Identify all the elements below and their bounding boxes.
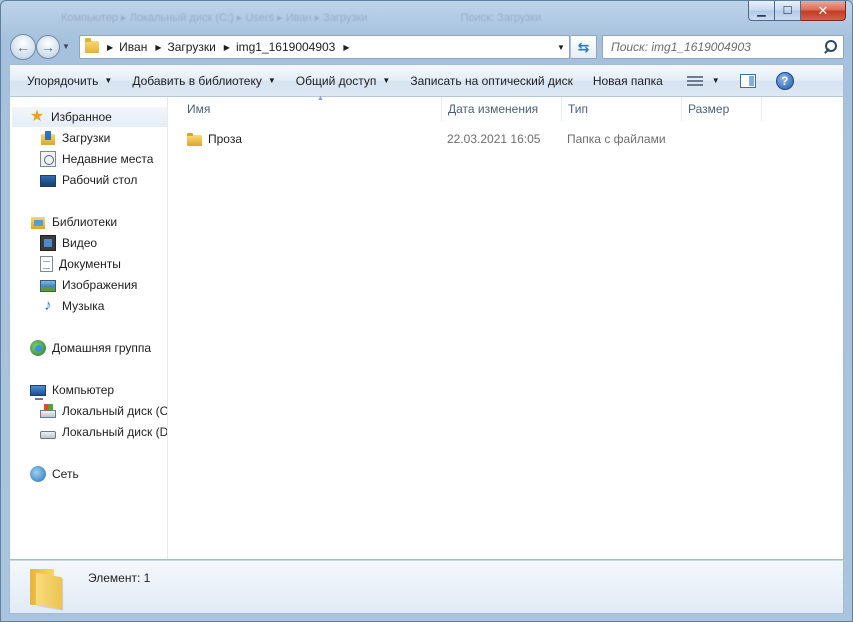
column-header-size[interactable]: Размер (682, 97, 762, 121)
command-bar: Упорядочить ▼ Добавить в библиотеку ▼ Общи… (9, 64, 844, 97)
network-icon (30, 466, 46, 482)
column-header-modified[interactable]: Дата изменения (442, 97, 562, 121)
homegroup-icon (30, 340, 46, 356)
address-bar[interactable]: ▶ Иван ▶ Загрузки ▶ img1_1619004903 ▶ ▼ (79, 35, 570, 59)
chevron-down-icon: ▼ (104, 76, 113, 85)
sidebar-item-disk-d[interactable]: Локальный диск (D:) (40, 422, 167, 442)
refresh-icon: ⇆ (577, 38, 590, 55)
music-note-icon: ♪ (44, 297, 52, 314)
downloads-folder-icon (40, 130, 56, 146)
sidebar-item-images[interactable]: Изображения (40, 275, 137, 295)
image-icon (40, 280, 56, 292)
computer-icon (30, 385, 46, 400)
star-icon: ★ (29, 108, 45, 125)
search-box[interactable]: Поиск: img1_1619004903 (602, 35, 844, 59)
navigation-bar: ← → ▼ ▶ Иван ▶ Загрузки ▶ img1_161900490… (1, 31, 852, 63)
new-folder-button[interactable]: Новая папка (583, 65, 673, 96)
recent-places-icon (40, 151, 56, 167)
titlebar-ghost: Компьютер ▸ Локальный диск (C:) ▸ Users … (61, 12, 542, 24)
file-name-cell[interactable]: Проза (187, 128, 242, 150)
help-icon[interactable]: ? (775, 71, 794, 90)
chevron-right-icon[interactable]: ▶ (224, 43, 230, 52)
recent-pages-dropdown[interactable]: ▼ (62, 42, 70, 51)
breadcrumb-item[interactable]: Иван (119, 40, 147, 54)
details-pane: Элемент: 1 (9, 560, 844, 614)
desktop-icon (40, 175, 56, 187)
drive-icon (40, 431, 56, 439)
table-row[interactable]: Проза 22.03.2021 16:05 Папка с файлами (169, 128, 845, 150)
chevron-down-icon: ▼ (382, 76, 391, 85)
sidebar-item-downloads[interactable]: Загрузки (40, 128, 110, 148)
breadcrumb-item[interactable]: Загрузки (167, 40, 215, 54)
file-modified-cell: 22.03.2021 16:05 (447, 132, 541, 146)
add-to-library-button[interactable]: Добавить в библиотеку ▼ (122, 65, 285, 96)
libraries-icon (30, 214, 46, 230)
folder-icon (187, 131, 203, 147)
search-input[interactable]: Поиск: img1_1619004903 (611, 40, 822, 54)
share-button[interactable]: Общий доступ ▼ (286, 65, 401, 96)
close-icon: ✕ (817, 2, 829, 18)
minimize-button[interactable]: ▁ (748, 1, 775, 21)
sidebar-item-homegroup[interactable]: Домашняя группа (30, 338, 151, 358)
sidebar-item-music[interactable]: ♪ Музыка (40, 296, 104, 316)
document-icon (40, 256, 53, 272)
view-options-icon[interactable] (686, 75, 703, 87)
maximize-icon: ☐ (782, 5, 793, 17)
column-header-type[interactable]: Тип (562, 97, 682, 121)
column-header-name[interactable]: Имя ▲ (181, 95, 442, 121)
close-button[interactable]: ✕ (801, 1, 846, 21)
chevron-down-icon[interactable]: ▼ (712, 76, 720, 85)
item-count: Элемент: 1 (88, 571, 151, 585)
file-list: Имя ▲ Дата изменения Тип Размер Проза 22… (169, 95, 845, 559)
sidebar-item-libraries[interactable]: Библиотеки (30, 212, 117, 232)
maximize-button[interactable]: ☐ (775, 1, 801, 21)
back-button[interactable]: ← (10, 34, 36, 60)
forward-button[interactable]: → (36, 35, 60, 59)
refresh-button[interactable]: ⇆ (571, 35, 597, 59)
chevron-right-icon[interactable]: ▶ (107, 43, 113, 52)
history-buttons: ← → ▼ (10, 34, 70, 60)
folder-icon (30, 569, 66, 610)
sidebar-item-favorites[interactable]: ★ Избранное (12, 107, 167, 127)
explorer-window: Компьютер ▸ Локальный диск (C:) ▸ Users … (0, 0, 853, 622)
organize-button[interactable]: Упорядочить ▼ (10, 65, 122, 96)
arrow-left-icon: ← (16, 39, 30, 55)
search-icon[interactable] (822, 38, 840, 56)
chevron-down-icon: ▼ (267, 76, 276, 85)
system-drive-icon (40, 404, 56, 418)
chevron-right-icon[interactable]: ▶ (155, 43, 161, 52)
sidebar-item-network[interactable]: Сеть (30, 464, 79, 484)
sidebar-item-video[interactable]: Видео (40, 233, 97, 253)
address-dropdown[interactable]: ▼ (553, 43, 569, 52)
caption-buttons: ▁ ☐ ✕ (748, 1, 846, 21)
video-icon (40, 235, 56, 251)
sidebar-item-documents[interactable]: Документы (40, 254, 121, 274)
sidebar-item-desktop[interactable]: Рабочий стол (40, 170, 137, 190)
chevron-right-icon[interactable]: ▶ (343, 43, 349, 52)
burn-button[interactable]: Записать на оптический диск (400, 65, 583, 96)
preview-pane-icon[interactable] (739, 73, 756, 88)
sidebar-item-computer[interactable]: Компьютер (30, 380, 114, 400)
sidebar-item-disk-c[interactable]: Локальный диск (C:) (40, 401, 167, 421)
sidebar-item-recent[interactable]: Недавние места (40, 149, 153, 169)
folder-icon (85, 38, 99, 53)
minimize-icon: ▁ (757, 5, 766, 17)
navigation-pane: ★ Избранное Загрузки Недавние места Рабо… (10, 97, 168, 559)
content-area: ★ Избранное Загрузки Недавние места Рабо… (9, 95, 845, 560)
sort-ascending-icon: ▲ (317, 95, 324, 102)
arrow-right-icon: → (41, 39, 55, 55)
breadcrumb-item[interactable]: img1_1619004903 (236, 40, 335, 54)
file-type-cell: Папка с файлами (567, 132, 666, 146)
